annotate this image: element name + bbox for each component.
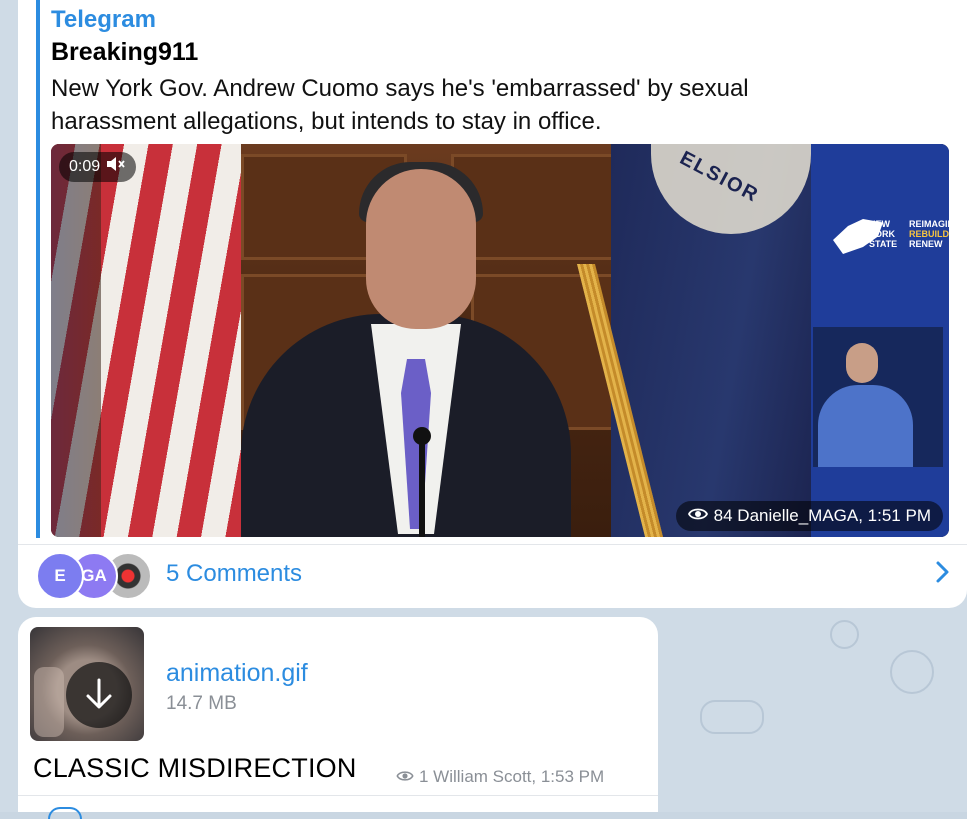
video-player[interactable]: ELSIOR NEW YORK STATE REIMAGINE REBUILD …	[51, 144, 949, 537]
channel-name[interactable]: Breaking911	[51, 38, 198, 67]
us-flag	[51, 144, 241, 537]
gif-thumbnail[interactable]	[30, 627, 144, 741]
eye-icon	[396, 767, 414, 787]
avatar: E	[36, 552, 84, 600]
ny-logo-text: NEW YORK STATE	[869, 219, 898, 249]
interpreter-head	[846, 343, 878, 383]
interpreter-body	[818, 385, 913, 467]
message-text: New York Gov. Andrew Cuomo says he's 'em…	[51, 75, 749, 135]
eye-icon	[687, 501, 708, 531]
ny-logo-tagline: REIMAGINE REBUILD RENEW	[909, 219, 949, 249]
message-text: CLASSIC MISDIRECTION	[33, 753, 357, 783]
speaker-muted-icon[interactable]	[106, 152, 126, 182]
divider	[18, 544, 967, 545]
avatar	[48, 807, 82, 819]
video-meta-badge: 84 Danielle_MAGA, 1:51 PM	[675, 501, 943, 531]
microphone-stand	[419, 429, 425, 537]
file-name[interactable]: animation.gif	[166, 659, 308, 688]
sign-language-interpreter	[813, 327, 943, 467]
background-doodle	[830, 620, 859, 649]
comments-link[interactable]: 5 Comments	[166, 560, 302, 588]
message-meta: 1 William Scott, 1:53 PM	[396, 767, 604, 787]
background-doodle	[700, 700, 764, 734]
download-arrow-icon[interactable]	[66, 662, 132, 728]
video-duration-badge[interactable]: 0:09	[59, 152, 137, 182]
divider	[18, 795, 658, 796]
speaker-head	[366, 169, 476, 329]
source-app-title[interactable]: Telegram	[51, 6, 156, 34]
chevron-right-icon[interactable]	[935, 560, 951, 591]
quote-bar	[36, 0, 40, 538]
commenter-avatars[interactable]: E GA	[36, 552, 156, 600]
message-meta-text: 1 William Scott, 1:53 PM	[419, 767, 605, 786]
background-doodle	[890, 650, 934, 694]
forwarded-message-bubble[interactable]: Telegram Breaking911 New York Gov. Andre…	[18, 0, 967, 608]
file-size: 14.7 MB	[166, 693, 237, 714]
file-message-bubble[interactable]: animation.gif 14.7 MB CLASSIC MISDIRECTI…	[18, 617, 658, 819]
video-meta-text: 84 Danielle_MAGA, 1:51 PM	[713, 506, 931, 525]
video-duration: 0:09	[69, 158, 101, 175]
